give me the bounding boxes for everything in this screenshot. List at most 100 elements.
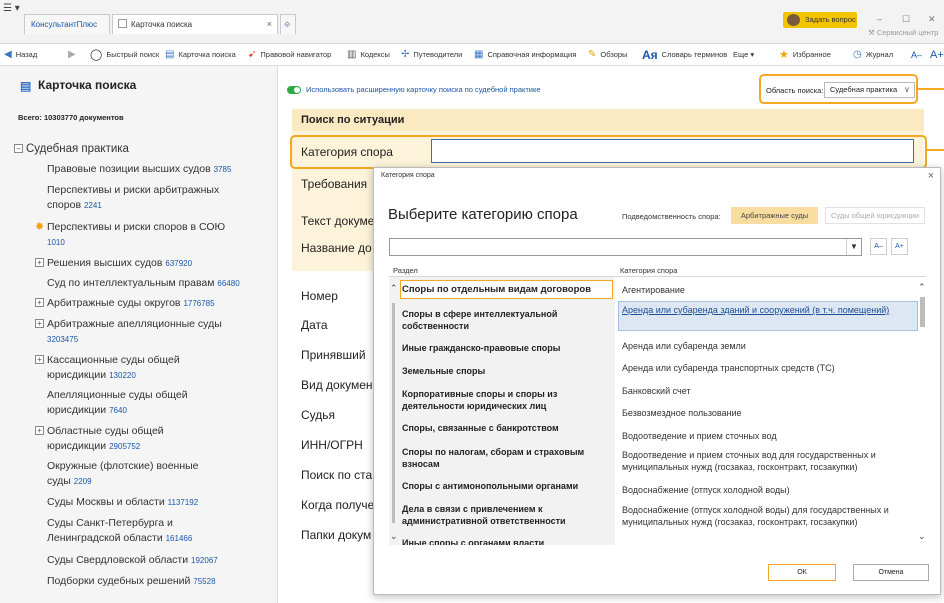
favorites-button[interactable]: ★ Избранное: [779, 44, 831, 66]
maximize-icon[interactable]: ☐: [902, 14, 910, 25]
ask-question-button[interactable]: Задать вопрос: [783, 12, 857, 28]
reference-info-button[interactable]: ▦ Справочная информация: [474, 44, 576, 66]
tree-item[interactable]: Суды Москвы и области 1137192: [47, 495, 269, 511]
tree-item[interactable]: Подборки судебных решений 75528: [47, 574, 269, 590]
font-decrease-button[interactable]: A–: [911, 44, 922, 66]
scroll-up-icon[interactable]: ⌃: [918, 282, 926, 293]
collapse-icon[interactable]: −: [14, 144, 23, 153]
signpost-icon: ✢: [401, 49, 410, 61]
forward-button[interactable]: ▶: [68, 44, 80, 66]
codes-button[interactable]: ▥ Кодексы: [347, 44, 390, 66]
category-item[interactable]: Водоотведение и прием сточных вод для го…: [622, 449, 912, 473]
expand-icon[interactable]: +: [35, 426, 44, 435]
cancel-button[interactable]: Отмена: [853, 564, 929, 581]
more-menu[interactable]: Еще ▾: [733, 44, 754, 66]
font-increase-button[interactable]: A+: [930, 44, 944, 66]
tab-search-card[interactable]: Карточка поиска ×: [112, 14, 278, 34]
search-area-label: Область поиска:: [766, 86, 824, 95]
category-item[interactable]: Водоснабжение (отпуск холодной воды): [622, 484, 912, 496]
ok-button[interactable]: ОК: [768, 564, 836, 581]
category-item-selected[interactable]: Аренда или субаренда зданий и сооружений…: [622, 304, 912, 316]
reviews-button[interactable]: ✎ Обзоры: [588, 44, 627, 66]
tree-item[interactable]: Суд по интеллектуальным правам 66480: [47, 276, 275, 292]
expand-icon[interactable]: +: [35, 258, 44, 267]
close-tab-icon[interactable]: ×: [267, 15, 272, 34]
section-item[interactable]: Иные гражданско-правовые споры: [402, 342, 612, 354]
tree-item[interactable]: Суды Свердловской области 192067: [47, 553, 269, 569]
tree-item[interactable]: Правовые позиции высших судов 3785: [47, 162, 269, 178]
expand-icon[interactable]: +: [35, 319, 44, 328]
documents-total: Всего: 10303770 документов: [18, 113, 124, 122]
tree-item[interactable]: ✸ Перспективы и риски споров в СОЮ 1010: [35, 220, 227, 250]
category-item[interactable]: Агентирование: [622, 284, 912, 296]
close-icon[interactable]: ×: [928, 170, 934, 182]
back-button[interactable]: ◀ Назад: [4, 44, 37, 66]
codes-book-icon: ▥: [347, 49, 357, 61]
section-item[interactable]: Споры с антимонопольными органами: [402, 480, 612, 492]
section-list[interactable]: ⌃ ⌄ Споры по отдельным видам договоров С…: [389, 277, 615, 545]
section-item[interactable]: Корпоративные споры и споры из деятельно…: [402, 388, 612, 412]
tab-consultant[interactable]: КонсультантПлюс: [24, 14, 110, 34]
section-item[interactable]: Споры по налогам, сборам и страховым взн…: [402, 446, 612, 470]
category-item[interactable]: Безвозмездное пользование: [622, 407, 912, 419]
font-increase-button[interactable]: A+: [891, 238, 908, 255]
tree-item[interactable]: + Арбитражные апелляционные суды 3203475: [35, 317, 227, 347]
folders-label: Папки докум: [301, 528, 372, 542]
section-item[interactable]: Дела в связи с привлечением к администра…: [402, 503, 612, 527]
extended-card-link[interactable]: Использовать расширенную карточку поиска…: [306, 85, 541, 94]
scroll-down-icon[interactable]: ⌄: [918, 531, 926, 542]
section-item[interactable]: Споры, связанные с банкротством: [402, 422, 612, 434]
scrollbar-thumb[interactable]: [920, 297, 925, 327]
tree-item-court-practice[interactable]: − Судебная практика: [14, 142, 248, 157]
tree-item[interactable]: + Арбитражные суды округов 1776785: [35, 296, 269, 312]
star-marker-icon: ✸: [35, 221, 45, 233]
expand-icon[interactable]: +: [35, 298, 44, 307]
category-item[interactable]: Банковский счет: [622, 385, 912, 397]
legal-navigator-button[interactable]: ➹ Правовой навигатор: [248, 44, 331, 66]
minimize-icon[interactable]: –: [877, 14, 882, 24]
main-menu-button[interactable]: ☰ ▾: [3, 3, 20, 14]
section-item[interactable]: Земельные споры: [402, 365, 612, 377]
scroll-down-icon[interactable]: ⌄: [390, 531, 398, 542]
magnifier-icon: ◯: [90, 49, 103, 62]
close-window-icon[interactable]: ✕: [928, 14, 936, 25]
category-item[interactable]: Аренда или субаренда транспортных средст…: [622, 362, 912, 374]
extended-card-toggle[interactable]: [287, 86, 301, 94]
search-card-icon: [118, 19, 127, 28]
scrollbar-thumb[interactable]: [392, 303, 395, 523]
judge-label: Судья: [301, 408, 336, 422]
category-item[interactable]: Водоотведение и прием сточных вод: [622, 430, 912, 442]
jurisdiction-arbitration-button[interactable]: Арбитражные суды: [731, 207, 818, 224]
tree-item[interactable]: + Областные суды общей юрисдикции 290575…: [35, 424, 217, 454]
category-item[interactable]: Водоснабжение (отпуск холодной воды) для…: [622, 504, 912, 528]
journal-button[interactable]: ◷ Журнал: [853, 44, 893, 66]
font-decrease-button[interactable]: A–: [870, 238, 887, 255]
search-card-button[interactable]: ▤ Карточка поиска: [165, 44, 236, 66]
tree-item[interactable]: Окружные (флотские) военные суды 2209: [47, 459, 222, 489]
search-area-select[interactable]: Судебная практика ∨: [824, 82, 915, 98]
tree-item[interactable]: Перспективы и риски арбитражных споров 2…: [47, 183, 247, 213]
category-list[interactable]: ⌃ ⌄ Агентирование Аренда или субаренда з…: [618, 277, 926, 545]
service-center-link[interactable]: ⚒ Сервисный центр: [868, 28, 938, 37]
scroll-up-icon[interactable]: ⌃: [390, 283, 398, 294]
tree-item[interactable]: + Решения высших судов 637920: [35, 256, 269, 272]
callout-line: [927, 149, 944, 151]
expand-icon[interactable]: +: [35, 355, 44, 364]
section-item[interactable]: Споры по отдельным видам договоров: [402, 284, 612, 296]
jurisdiction-general-button[interactable]: Суды общей юрисдикции: [825, 207, 925, 224]
category-input[interactable]: [431, 139, 914, 163]
new-tab-button[interactable]: ⟐: [280, 14, 296, 34]
category-search-input[interactable]: ▼: [389, 238, 862, 256]
tree-item[interactable]: Суды Санкт-Петербурга и Ленинградской об…: [47, 516, 237, 546]
category-item[interactable]: Аренда или субаренда земли: [622, 340, 912, 352]
text-label: Текст докуме: [301, 214, 375, 228]
dropdown-arrow-icon[interactable]: ▼: [846, 239, 861, 255]
requirements-label: Требования: [301, 177, 368, 191]
guides-button[interactable]: ✢ Путеводители: [401, 44, 462, 66]
section-item[interactable]: Споры в сфере интеллектуальной собственн…: [402, 308, 612, 332]
dictionary-button[interactable]: Aя Словарь терминов: [642, 44, 727, 66]
tree-item[interactable]: + Кассационные суды общей юрисдикции 130…: [35, 353, 222, 383]
quick-search-button[interactable]: ◯ Быстрый поиск: [90, 44, 159, 66]
tree-item[interactable]: Апелляционные суды общей юрисдикции 7640: [47, 388, 227, 418]
section-item[interactable]: Иные споры с органами власти: [402, 537, 612, 545]
